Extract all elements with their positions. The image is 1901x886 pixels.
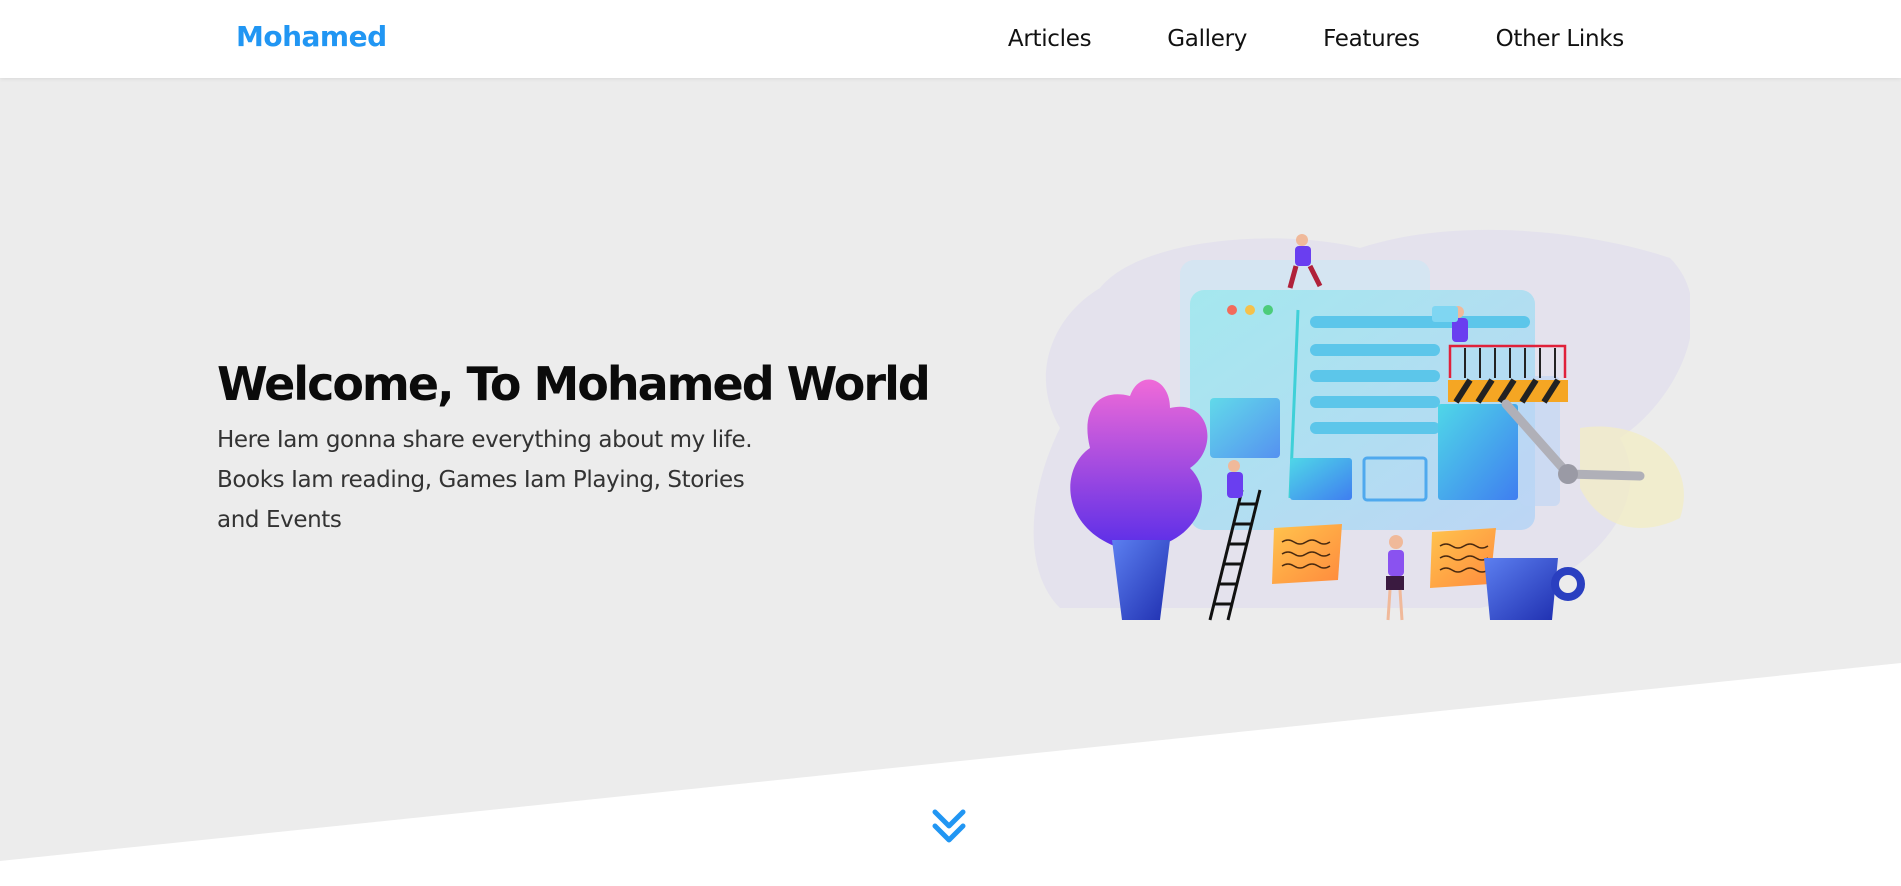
hero-title: Welcome, To Mohamed World (217, 357, 931, 411)
nav-link-other-links[interactable]: Other Links (1496, 26, 1625, 52)
nav-link-gallery[interactable]: Gallery (1167, 26, 1247, 52)
site-header: Mohamed Articles Gallery Features Other … (0, 0, 1901, 78)
main-nav: Articles Gallery Features Other Links (1008, 0, 1624, 78)
hero-illustration (1033, 229, 1690, 621)
hero-description: Here Iam gonna share everything about my… (217, 427, 753, 533)
site-logo[interactable]: Mohamed (236, 20, 387, 53)
hero-text-block: Welcome, To Mohamed World Here Iam gonna… (217, 354, 931, 540)
nav-link-features[interactable]: Features (1323, 26, 1420, 52)
nav-link-articles[interactable]: Articles (1008, 26, 1092, 52)
double-chevron-down-icon[interactable] (929, 806, 969, 846)
page: Mohamed Articles Gallery Features Other … (0, 0, 1901, 886)
